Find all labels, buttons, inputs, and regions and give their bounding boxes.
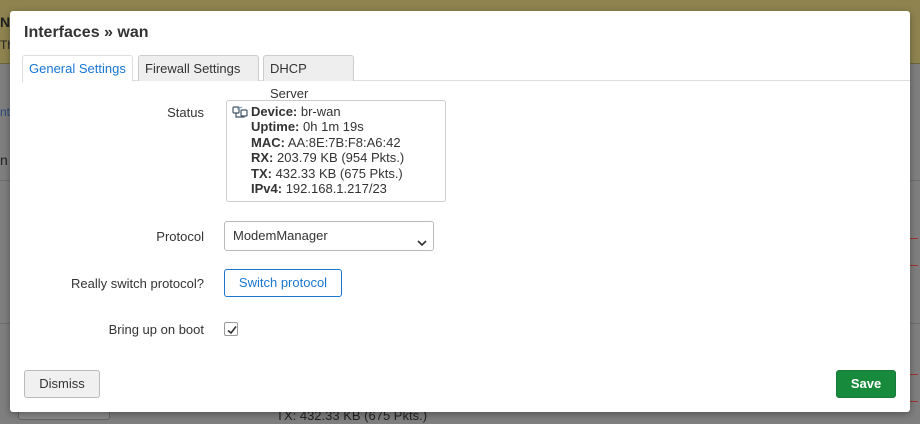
status-mac: MAC: AA:8E:7B:F8:A6:42 xyxy=(251,134,401,150)
protocol-select-value: ModemManager xyxy=(233,228,328,243)
background-banner-title: N xyxy=(0,14,11,30)
bring-up-on-boot-label: Bring up on boot xyxy=(108,322,204,337)
status-uptime: Uptime: 0h 1m 19s xyxy=(251,119,364,135)
protocol-label: Protocol xyxy=(156,229,204,244)
tab-firewall-settings[interactable]: Firewall Settings xyxy=(138,55,259,81)
status-ipv4: IPv4: 192.168.1.217/23 xyxy=(251,181,387,197)
save-button[interactable]: Save xyxy=(836,370,896,398)
tab-general-settings[interactable]: General Settings xyxy=(22,55,133,82)
chevron-down-icon xyxy=(417,230,427,247)
status-rx: RX: 203.79 KB (954 Pkts.) xyxy=(251,150,405,166)
background-tab-fragment: nt xyxy=(0,105,11,119)
modal-title: Interfaces » wan xyxy=(24,24,149,41)
dismiss-button[interactable]: Dismiss xyxy=(24,370,100,398)
status-details: Device: br-wan Uptime: 0h 1m 19s MAC: AA… xyxy=(251,104,404,196)
network-device-icon xyxy=(232,105,248,119)
interface-edit-modal: Interfaces » wan General Settings Firewa… xyxy=(10,11,910,412)
status-box: Device: br-wan Uptime: 0h 1m 19s MAC: AA… xyxy=(226,100,446,202)
status-tx: TX: 432.33 KB (675 Pkts.) xyxy=(251,165,403,181)
bring-up-on-boot-checkbox[interactable] xyxy=(224,322,238,336)
background-heading-fragment: n xyxy=(0,152,8,168)
switch-protocol-button[interactable]: Switch protocol xyxy=(224,269,342,297)
protocol-select[interactable]: ModemManager xyxy=(224,221,434,251)
checkmark-icon xyxy=(227,326,237,335)
switch-protocol-label: Really switch protocol? xyxy=(71,276,204,291)
status-label: Status xyxy=(167,105,204,120)
status-device: Device: br-wan xyxy=(251,104,341,119)
tab-dhcp-server[interactable]: DHCP Server xyxy=(263,55,354,101)
tab-bar: General Settings Firewall Settings DHCP … xyxy=(22,55,910,101)
